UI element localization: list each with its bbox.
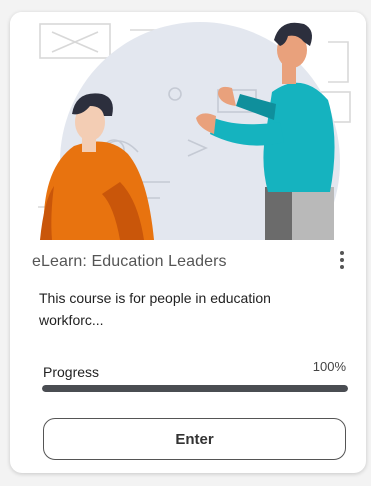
progress-value: 100% [312, 359, 346, 374]
course-illustration [38, 22, 351, 240]
kebab-dot [340, 251, 344, 255]
course-card[interactable]: eLearn: Education Leaders This course is… [10, 12, 366, 473]
progress-bar-fill [42, 385, 348, 392]
course-image[interactable] [10, 12, 366, 240]
kebab-menu-icon[interactable] [336, 249, 348, 271]
course-title[interactable]: eLearn: Education Leaders [32, 253, 227, 271]
progress-bar [42, 385, 348, 392]
enter-button[interactable]: Enter [43, 418, 346, 460]
kebab-dot [340, 265, 344, 269]
course-description: This course is for people in education w… [39, 290, 271, 328]
progress-label: Progress [43, 364, 100, 380]
kebab-dot [340, 258, 344, 262]
